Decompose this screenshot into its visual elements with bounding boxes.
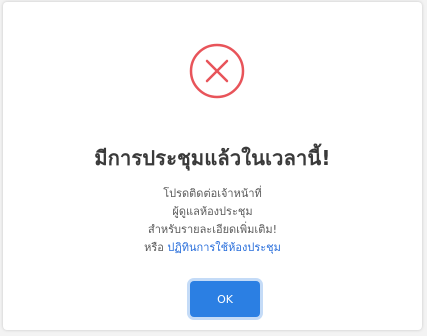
or-text: หรือ <box>144 241 164 254</box>
error-x-circle-icon <box>188 42 246 100</box>
dialog-title: มีการประชุมแล้วในเวลานี้! <box>94 146 331 170</box>
message-line-4: หรือ ปฏิทินการใช้ห้องประชุม <box>3 238 422 256</box>
message-line-2: ผู้ดูแลห้องประชุม <box>172 205 253 218</box>
error-dialog: มีการประชุมแล้วในเวลานี้! โปรดติดต่อเจ้า… <box>3 2 422 330</box>
ok-button[interactable]: OK <box>190 281 260 317</box>
meeting-room-calendar-link[interactable]: ปฏิทินการใช้ห้องประชุม <box>167 241 280 254</box>
message-line-1: โปรดติดต่อเจ้าหน้าที่ <box>163 187 262 200</box>
message-line-3: สำหรับรายละเอียดเพิ่มเติม! <box>148 223 277 236</box>
